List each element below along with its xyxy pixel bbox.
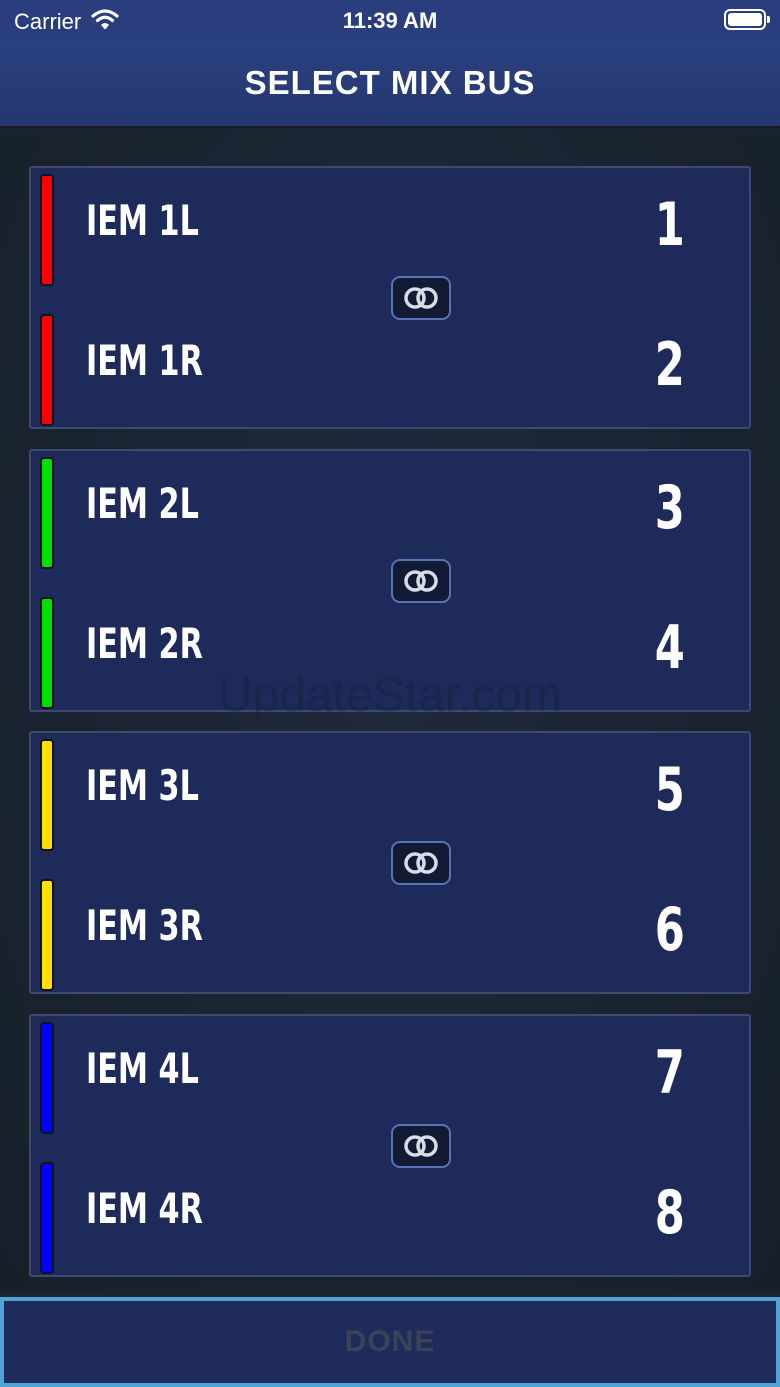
bus-color-strip [40, 174, 54, 286]
link-icon [404, 1135, 438, 1157]
stereo-link-button[interactable] [391, 841, 451, 885]
page-title: SELECT MIX BUS [244, 64, 536, 101]
bus-pair-4: IEM 4L 7 IEM 4R 8 [29, 1014, 751, 1277]
bus-row-iem-1r[interactable]: IEM 1R 2 [31, 308, 749, 438]
bus-color-strip [40, 879, 54, 991]
bus-number: 8 [654, 1178, 685, 1248]
bus-pair-3: IEM 3L 5 IEM 3R 6 [29, 731, 751, 994]
bus-number: 7 [654, 1038, 685, 1108]
done-label: DONE [344, 1325, 436, 1358]
bus-row-iem-2l[interactable]: IEM 2L 3 [31, 451, 749, 581]
stereo-link-button[interactable] [391, 1124, 451, 1168]
bus-number: 6 [654, 895, 685, 965]
stereo-link-button[interactable] [391, 559, 451, 603]
bus-row-iem-1l[interactable]: IEM 1L 1 [31, 168, 749, 298]
bus-row-iem-3l[interactable]: IEM 3L 5 [31, 733, 749, 863]
battery-icon [724, 9, 770, 30]
bus-color-strip [40, 739, 54, 851]
stereo-link-button[interactable] [391, 276, 451, 320]
bus-color-strip [40, 1162, 54, 1274]
done-button[interactable]: DONE [0, 1297, 780, 1387]
bus-row-iem-2r[interactable]: IEM 2R 4 [31, 591, 749, 721]
bus-label: IEM 4L [86, 1044, 199, 1093]
bus-color-strip [40, 314, 54, 426]
nav-bar: SELECT MIX BUS [0, 40, 780, 128]
bus-label: IEM 1L [86, 196, 199, 245]
bus-pair-1: IEM 1L 1 IEM 1R 2 [29, 166, 751, 429]
bus-label: IEM 3L [86, 761, 199, 810]
bus-number: 3 [654, 473, 685, 543]
link-icon [404, 570, 438, 592]
bus-label: IEM 2L [86, 479, 199, 528]
bus-color-strip [40, 597, 54, 709]
bus-label: IEM 2R [86, 619, 203, 668]
bus-color-strip [40, 457, 54, 569]
bus-row-iem-4r[interactable]: IEM 4R 8 [31, 1156, 749, 1286]
bus-number: 1 [654, 190, 685, 260]
bus-number: 5 [654, 755, 685, 825]
bus-label: IEM 4R [86, 1184, 203, 1233]
bus-label: IEM 1R [86, 336, 203, 385]
status-bar: Carrier 11:39 AM [0, 0, 780, 40]
bus-number: 2 [654, 330, 685, 400]
link-icon [404, 287, 438, 309]
status-time: 11:39 AM [342, 8, 438, 33]
bus-row-iem-4l[interactable]: IEM 4L 7 [31, 1016, 749, 1146]
link-icon [404, 852, 438, 874]
bus-number: 4 [654, 613, 685, 683]
bus-list: IEM 1L 1 IEM 1R 2 IEM 2L 3 IEM 2R 4 IEM … [0, 130, 780, 1290]
bus-pair-2: IEM 2L 3 IEM 2R 4 [29, 449, 751, 712]
bus-label: IEM 3R [86, 901, 203, 950]
bus-color-strip [40, 1022, 54, 1134]
bus-row-iem-3r[interactable]: IEM 3R 6 [31, 873, 749, 1003]
